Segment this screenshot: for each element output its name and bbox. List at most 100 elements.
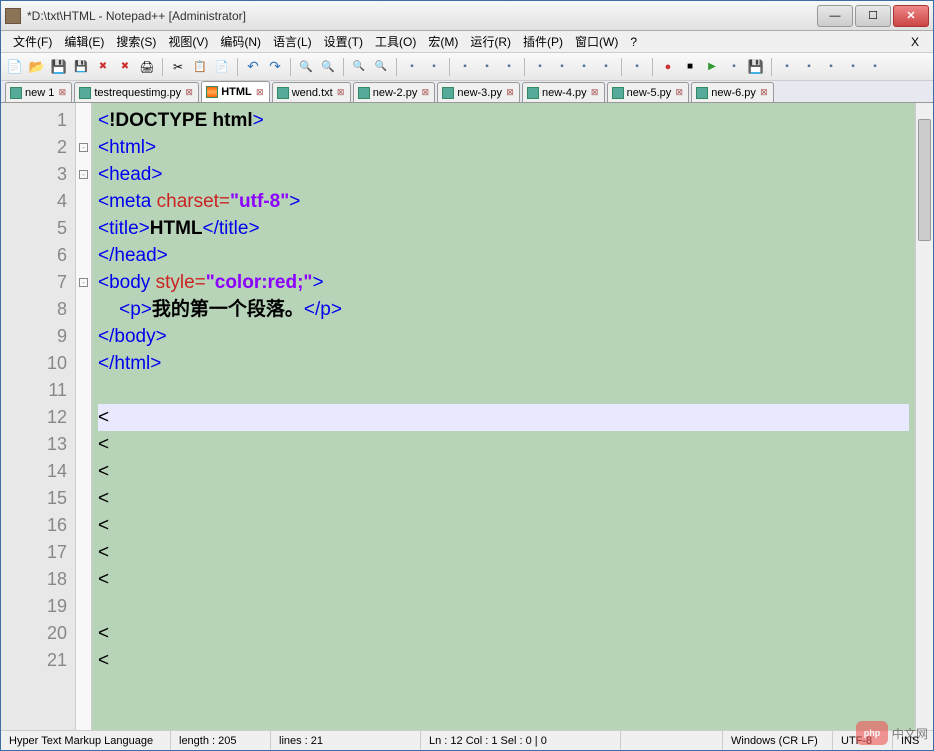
open-file-icon[interactable] — [27, 57, 47, 77]
print-icon[interactable] — [137, 57, 157, 77]
menu-encoding[interactable]: 编码(N) — [214, 31, 267, 52]
extra3-icon[interactable] — [821, 57, 841, 77]
wordwrap-icon[interactable] — [455, 57, 475, 77]
save-icon[interactable] — [49, 57, 69, 77]
line-number[interactable]: 21 — [1, 647, 67, 674]
play-multi-icon[interactable] — [724, 57, 744, 77]
code-line[interactable] — [98, 593, 909, 620]
copy-icon[interactable] — [190, 57, 210, 77]
menu-search[interactable]: 搜索(S) — [110, 31, 162, 52]
fold-marker[interactable]: - — [76, 161, 91, 188]
indent-guide-icon[interactable] — [499, 57, 519, 77]
tab-testrequestimg-py[interactable]: testrequestimg.py⊠ — [74, 82, 199, 102]
code-line[interactable]: <title>HTML</title> — [98, 215, 909, 242]
redo-icon[interactable] — [265, 57, 285, 77]
tab-new-1[interactable]: new 1⊠ — [5, 82, 72, 102]
docmap-icon[interactable] — [552, 57, 572, 77]
fold-marker[interactable]: - — [76, 134, 91, 161]
tab-close-icon[interactable]: ⊠ — [505, 88, 515, 98]
tab-close-icon[interactable]: ⊠ — [57, 88, 67, 98]
code-line[interactable]: < — [98, 512, 909, 539]
menu-view[interactable]: 视图(V) — [162, 31, 214, 52]
line-number[interactable]: 7 — [1, 269, 67, 296]
tab-close-icon[interactable]: ⊠ — [336, 88, 346, 98]
record-macro-icon[interactable] — [658, 57, 678, 77]
code-line[interactable]: < — [98, 539, 909, 566]
code-line[interactable]: <p>我的第一个段落。</p> — [98, 296, 909, 323]
line-number[interactable]: 9 — [1, 323, 67, 350]
menu-help[interactable]: ? — [624, 33, 643, 51]
userlang-icon[interactable] — [530, 57, 550, 77]
undo-icon[interactable] — [243, 57, 263, 77]
code-line[interactable]: < — [98, 566, 909, 593]
tab-new-3-py[interactable]: new-3.py⊠ — [437, 82, 520, 102]
cut-icon[interactable] — [168, 57, 188, 77]
line-number[interactable]: 8 — [1, 296, 67, 323]
close-button[interactable]: ✕ — [893, 5, 929, 27]
extra1-icon[interactable] — [777, 57, 797, 77]
zoom-out-icon[interactable] — [371, 57, 391, 77]
menu-run[interactable]: 运行(R) — [464, 31, 517, 52]
extra4-icon[interactable] — [843, 57, 863, 77]
tab-close-icon[interactable]: ⊠ — [590, 88, 600, 98]
line-number[interactable]: 5 — [1, 215, 67, 242]
tab-close-icon[interactable]: ⊠ — [674, 88, 684, 98]
menu-plugins[interactable]: 插件(P) — [517, 31, 569, 52]
code-line[interactable]: <body style="color:red;"> — [98, 269, 909, 296]
play-macro-icon[interactable] — [702, 57, 722, 77]
line-number[interactable]: 2 — [1, 134, 67, 161]
code-line[interactable]: <meta charset="utf-8"> — [98, 188, 909, 215]
menu-tools[interactable]: 工具(O) — [369, 31, 422, 52]
replace-icon[interactable] — [318, 57, 338, 77]
code-line[interactable]: < — [98, 620, 909, 647]
line-number[interactable]: 13 — [1, 431, 67, 458]
fold-minus-icon[interactable]: - — [79, 278, 88, 287]
tab-new-6-py[interactable]: new-6.py⊠ — [691, 82, 774, 102]
line-number[interactable]: 18 — [1, 566, 67, 593]
line-number[interactable]: 15 — [1, 485, 67, 512]
menu-settings[interactable]: 设置(T) — [318, 31, 369, 52]
line-number[interactable]: 17 — [1, 539, 67, 566]
tab-close-icon[interactable]: ⊠ — [759, 88, 769, 98]
code-line[interactable]: <head> — [98, 161, 909, 188]
line-number[interactable]: 20 — [1, 620, 67, 647]
close-all-icon[interactable] — [115, 57, 135, 77]
code-line[interactable]: </head> — [98, 242, 909, 269]
titlebar[interactable]: *D:\txt\HTML - Notepad++ [Administrator]… — [1, 1, 933, 31]
fold-column[interactable]: - - - — [76, 103, 92, 730]
minimize-button[interactable]: — — [817, 5, 853, 27]
line-number[interactable]: 6 — [1, 242, 67, 269]
stop-macro-icon[interactable] — [680, 57, 700, 77]
tab-close-icon[interactable]: ⊠ — [184, 88, 194, 98]
tab-new-4-py[interactable]: new-4.py⊠ — [522, 82, 605, 102]
tab-wend-txt[interactable]: wend.txt⊠ — [272, 82, 351, 102]
code-line[interactable]: </html> — [98, 350, 909, 377]
menu-language[interactable]: 语言(L) — [267, 31, 318, 52]
line-number[interactable]: 3 — [1, 161, 67, 188]
sync-v-icon[interactable] — [402, 57, 422, 77]
menubar-close-x[interactable]: X — [903, 35, 927, 49]
code-line[interactable]: < — [98, 485, 909, 512]
menu-macro[interactable]: 宏(M) — [422, 31, 464, 52]
sync-h-icon[interactable] — [424, 57, 444, 77]
fold-marker[interactable]: - — [76, 269, 91, 296]
paste-icon[interactable] — [212, 57, 232, 77]
line-number[interactable]: 16 — [1, 512, 67, 539]
code-line[interactable]: < — [98, 404, 909, 431]
showall-icon[interactable] — [477, 57, 497, 77]
save-macro-icon[interactable] — [746, 57, 766, 77]
funclist-icon[interactable] — [574, 57, 594, 77]
code-line[interactable]: </body> — [98, 323, 909, 350]
fold-minus-icon[interactable]: - — [79, 143, 88, 152]
extra2-icon[interactable] — [799, 57, 819, 77]
new-file-icon[interactable] — [5, 57, 25, 77]
code-area[interactable]: <!DOCTYPE html><html><head><meta charset… — [92, 103, 915, 730]
line-number[interactable]: 4 — [1, 188, 67, 215]
line-number[interactable]: 1 — [1, 107, 67, 134]
line-number[interactable]: 19 — [1, 593, 67, 620]
status-eol[interactable]: Windows (CR LF) — [723, 731, 833, 750]
code-line[interactable]: < — [98, 647, 909, 674]
tab-new-2-py[interactable]: new-2.py⊠ — [353, 82, 436, 102]
zoom-in-icon[interactable] — [349, 57, 369, 77]
code-line[interactable]: <!DOCTYPE html> — [98, 107, 909, 134]
